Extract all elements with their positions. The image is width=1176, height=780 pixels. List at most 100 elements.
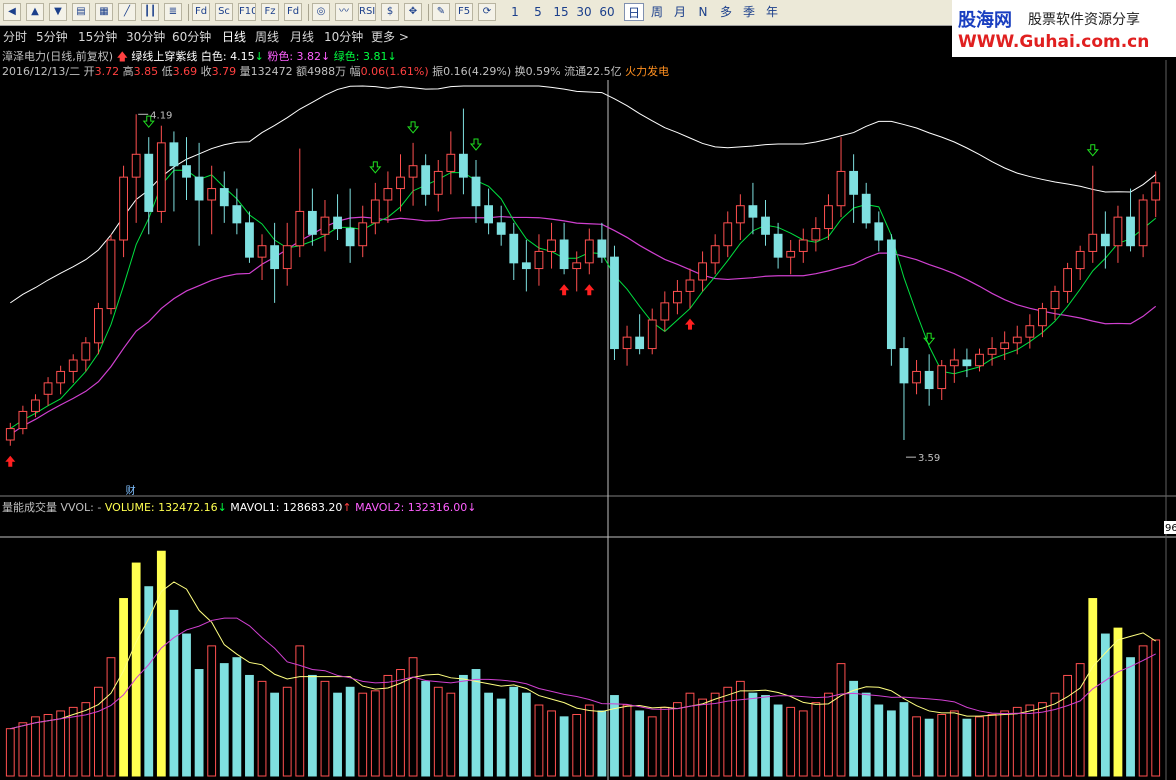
stock-icon[interactable]: Sc — [215, 3, 233, 21]
candle-body — [370, 199, 380, 224]
period-tab-9[interactable]: 更多 > — [371, 28, 409, 45]
candle-body — [1075, 250, 1085, 270]
volume-bar — [987, 713, 997, 777]
minute-period-15[interactable]: 15 — [551, 3, 571, 21]
period-tab-5[interactable]: 日线 — [222, 28, 246, 45]
candle-body — [257, 245, 267, 258]
volume-bar — [836, 663, 846, 777]
line-chart-icon[interactable]: ╱ — [118, 3, 136, 21]
volume-bar — [471, 669, 481, 777]
pen-icon[interactable]: ✥ — [404, 3, 422, 21]
candle-body — [18, 410, 28, 430]
candle-body — [912, 370, 921, 384]
candle-body — [1113, 216, 1123, 247]
candle-body — [849, 170, 859, 195]
volume-bar — [1138, 645, 1148, 777]
f5-icon[interactable]: ✎ — [432, 3, 450, 21]
volume-bar — [270, 692, 280, 777]
candle-body — [597, 239, 607, 258]
minute-period-1[interactable]: 1 — [505, 3, 525, 21]
cycle-icon[interactable]: F5 — [455, 3, 473, 21]
rsi-icon[interactable]: 〰 — [335, 3, 353, 21]
volume-bar — [647, 716, 657, 777]
period-button-1[interactable]: 周 — [647, 3, 667, 21]
period-tab-0[interactable]: 分时 — [3, 28, 27, 45]
refresh-icon[interactable]: Fd — [284, 3, 302, 21]
volume-bar — [245, 674, 254, 777]
candle-body — [270, 245, 280, 270]
grid-icon[interactable]: ▦ — [95, 3, 113, 21]
volume-bar — [320, 680, 330, 777]
period-button-3[interactable]: N — [693, 3, 713, 21]
volume-bar — [509, 686, 519, 777]
mavol1-line — [10, 581, 1156, 730]
period-tab-8[interactable]: 10分钟 — [324, 28, 363, 45]
sell-arrow-icon — [923, 332, 936, 346]
quote-change: 0.06(1.61%) — [360, 65, 429, 78]
candle-body — [131, 153, 141, 178]
candle-body — [975, 353, 984, 367]
candle-body — [874, 222, 884, 241]
minute-period-30[interactable]: 30 — [574, 3, 594, 21]
down-arrow-icon[interactable]: ▼ — [49, 3, 67, 21]
period-tab-3[interactable]: 30分钟 — [126, 28, 165, 45]
quote-sector: 火力发电 — [625, 65, 670, 78]
volume-bar — [710, 692, 720, 777]
buy-arrow-icon — [5, 455, 16, 467]
volume-bar — [496, 698, 506, 777]
period-button-2[interactable]: 月 — [670, 3, 690, 21]
minute-period-5[interactable]: 5 — [528, 3, 548, 21]
volume-bar — [207, 645, 217, 777]
candle-body — [496, 222, 506, 235]
candle-body — [1050, 290, 1060, 310]
candle-body — [471, 176, 481, 207]
candle-body — [144, 153, 154, 212]
volume-bar — [396, 669, 405, 777]
f10-icon[interactable]: F10 — [238, 3, 256, 21]
left-arrow-icon[interactable]: ◀ — [3, 3, 21, 21]
volume-scale-tag — [1164, 521, 1176, 534]
sell-arrow-icon — [1086, 144, 1099, 157]
volume-bar — [446, 692, 456, 777]
volume-bar — [874, 704, 884, 777]
toolbar-icon[interactable]: ⟳ — [478, 3, 496, 21]
high-mark-label: 4.19 — [150, 110, 172, 121]
quote-close: 3.79 — [211, 65, 237, 78]
dollar-icon[interactable]: RSI — [358, 3, 376, 21]
period-tab-1[interactable]: 5分钟 — [36, 28, 68, 45]
period-button-0[interactable]: 日 — [624, 3, 644, 21]
period-button-6[interactable]: 年 — [762, 3, 782, 21]
period-button-5[interactable]: 季 — [739, 3, 759, 21]
green-ma-line — [10, 169, 1157, 429]
stock-name: 漳泽电力(日线,前复权) — [2, 50, 114, 63]
cai-mark-label: 财 — [126, 484, 136, 497]
quote-amplitude: 0.16(4.29%) — [443, 65, 512, 78]
fund-flow-icon[interactable]: Fz — [261, 3, 279, 21]
candle-body — [408, 165, 418, 178]
candle-icon[interactable]: ┃┃ — [141, 3, 159, 21]
volume-bar — [232, 657, 242, 777]
up-arrow-icon: 🡅 — [116, 50, 128, 63]
fund-icon[interactable]: Fd — [192, 3, 210, 21]
minute-period-60[interactable]: 60 — [597, 3, 617, 21]
list-icon[interactable]: ≣ — [164, 3, 182, 21]
period-bar: 分时 5分钟 15分钟 30分钟 60分钟 日线 周线 月线 10分钟 更多 > — [0, 26, 952, 46]
up-arrow-icon[interactable]: ▲ — [26, 3, 44, 21]
buy-arrow-icon — [684, 318, 695, 330]
period-tab-2[interactable]: 15分钟 — [78, 28, 117, 45]
candle-body — [685, 279, 695, 292]
candle-body — [106, 239, 116, 310]
volume-label: VOLUME: 132472.16 — [104, 501, 218, 514]
period-tab-4[interactable]: 60分钟 — [172, 28, 211, 45]
indicator-icon[interactable]: ◎ — [312, 3, 330, 21]
kline-chart[interactable]: 4.19 3.59 财 96 — [0, 0, 1176, 780]
move-icon[interactable]: $ — [381, 3, 399, 21]
period-tab-6[interactable]: 周线 — [255, 28, 279, 45]
volume-bar — [723, 686, 733, 777]
table-icon[interactable]: ▤ — [72, 3, 90, 21]
candle-body — [798, 239, 808, 252]
period-tab-7[interactable]: 月线 — [290, 28, 314, 45]
quote-open: 3.72 — [94, 65, 120, 78]
period-button-4[interactable]: 多 — [716, 3, 736, 21]
candle-body — [824, 205, 833, 230]
